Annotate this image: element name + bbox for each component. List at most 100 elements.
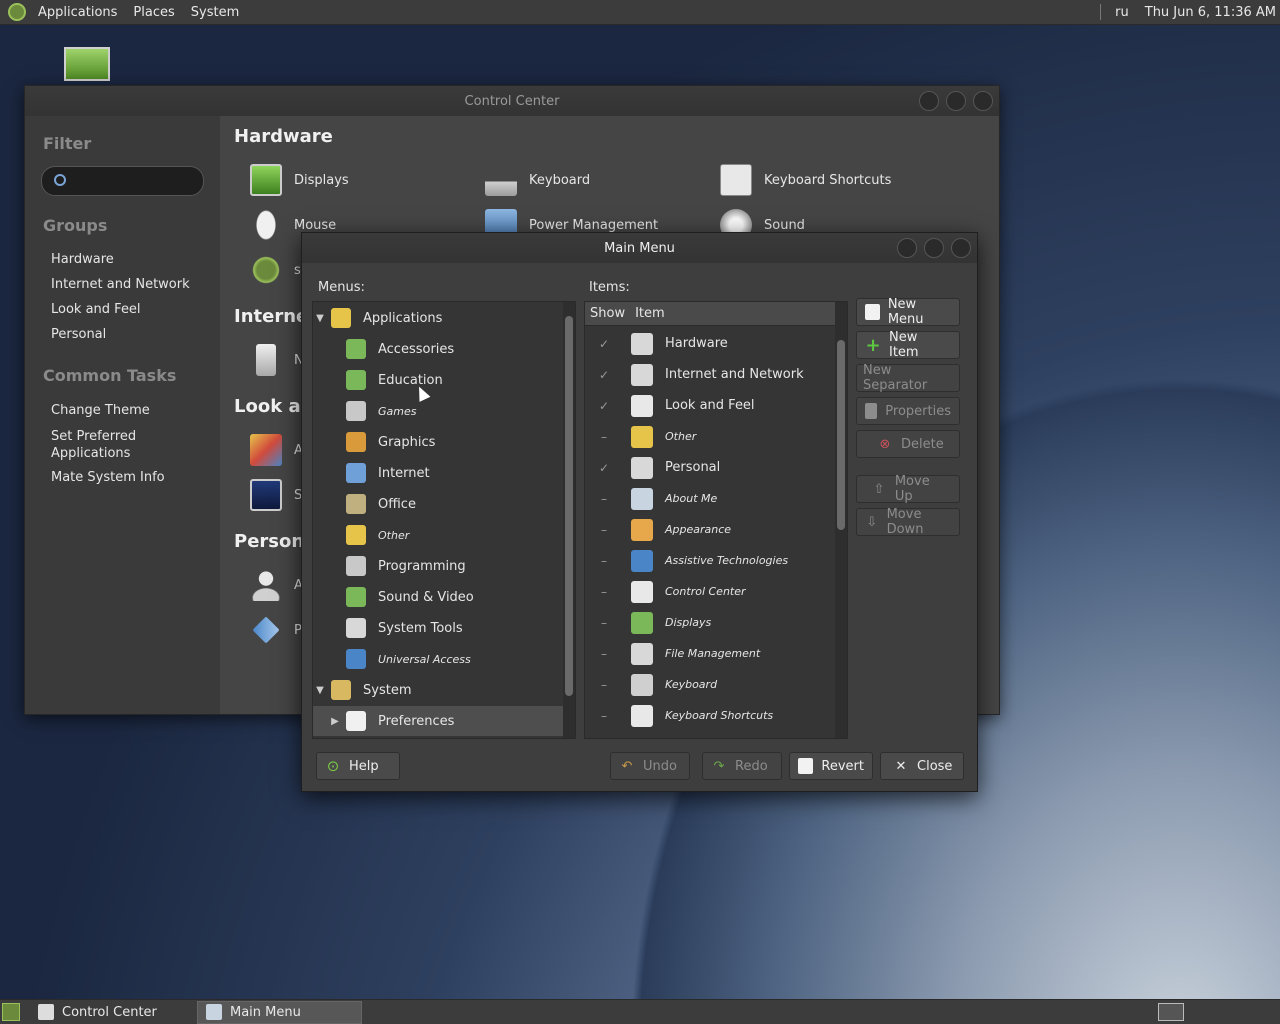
task-control-center[interactable]: Control Center [30,1001,195,1024]
column-item[interactable]: Item [625,306,665,321]
item-partial-3[interactable]: A [250,434,303,466]
item-partial-1[interactable]: s [250,254,301,286]
expander-icon[interactable]: ▶ [328,716,342,727]
show-desktop-icon[interactable] [2,1003,20,1021]
item-displays[interactable]: Displays [250,164,349,196]
show-checkbox[interactable]: – [597,709,611,723]
item-keyboard-shortcuts[interactable]: Keyboard Shortcuts [720,164,891,196]
new-item-button[interactable]: + New Item [856,330,960,360]
move-up-button[interactable]: ⇧ Move Up [856,474,960,504]
menu-row[interactable]: Universal Access [313,644,563,674]
item-row[interactable]: ✓ Look and Feel [585,390,835,421]
items-list[interactable]: Show Item ✓ Hardware ✓ Internet and Network… [584,301,848,739]
menu-row[interactable]: Office [313,489,563,519]
item-row[interactable]: ✓ Internet and Network [585,359,835,390]
menu-row[interactable]: Programming [313,551,563,581]
show-checkbox[interactable]: ✓ [597,461,611,475]
menu-row[interactable]: ▼ System [313,675,563,705]
filter-search-input[interactable] [41,166,204,196]
dialog-maximize-button[interactable] [924,238,944,258]
item-keyboard[interactable]: Keyboard [485,164,590,196]
task-main-menu[interactable]: Main Menu [197,1000,362,1024]
item-row[interactable]: – Keyboard Shortcuts [585,700,835,731]
show-checkbox[interactable]: ✓ [597,399,611,413]
show-checkbox[interactable]: – [597,492,611,506]
column-show[interactable]: Show [585,306,625,321]
desktop-computer-icon[interactable] [64,47,110,81]
main-menu-titlebar[interactable]: Main Menu [302,233,977,263]
task-change-theme[interactable]: Change Theme [25,403,150,418]
maximize-button[interactable] [946,91,966,111]
item-partial-5[interactable]: A [250,569,303,601]
group-internet-network[interactable]: Internet and Network [25,277,190,292]
item-row[interactable]: – Control Center [585,576,835,607]
keyboard-layout-indicator[interactable]: ru [1107,5,1137,20]
group-hardware[interactable]: Hardware [25,252,114,267]
item-row[interactable]: ✓ Hardware [585,328,835,359]
menu-row[interactable]: Education [313,365,563,395]
workspace-switcher[interactable] [1158,1003,1184,1021]
minimize-button[interactable] [919,91,939,111]
show-checkbox[interactable]: – [597,430,611,444]
undo-button[interactable]: ↶ Undo [610,752,690,780]
item-partial-2[interactable]: N [250,344,304,376]
properties-button[interactable]: Properties [856,397,960,425]
panel-menu-applications[interactable]: Applications [30,5,125,20]
item-partial-4[interactable]: S [250,479,302,511]
menu-row[interactable]: System Tools [313,613,563,643]
show-checkbox[interactable]: – [597,678,611,692]
show-checkbox[interactable]: – [597,554,611,568]
new-separator-button[interactable]: New Separator [856,363,960,393]
item-row[interactable]: – Other [585,421,835,452]
group-look-feel[interactable]: Look and Feel [25,302,141,317]
redo-button[interactable]: ↷ Redo [702,752,782,780]
item-row[interactable]: – Displays [585,607,835,638]
mate-logo-icon[interactable] [8,3,26,21]
show-checkbox[interactable]: – [597,585,611,599]
revert-icon [798,758,814,774]
menu-row[interactable]: Other [313,520,563,550]
items-scrollbar-thumb[interactable] [837,340,845,530]
task-system-info[interactable]: Mate System Info [25,470,165,485]
item-row[interactable]: – File Management [585,638,835,669]
help-button[interactable]: ⊙ Help [316,752,400,780]
show-checkbox[interactable]: ✓ [597,337,611,351]
show-checkbox[interactable]: – [597,616,611,630]
group-personal[interactable]: Personal [25,327,106,342]
menus-tree[interactable]: ▼ Applications Accessories Education Games Gr… [312,301,576,739]
control-center-titlebar[interactable]: Control Center [25,86,999,116]
item-row[interactable]: – Keyboard [585,669,835,700]
task-preferred-apps[interactable]: Set Preferred Applications [25,428,155,462]
dialog-minimize-button[interactable] [897,238,917,258]
menu-row[interactable]: Accessories [313,334,563,364]
menus-scrollbar-thumb[interactable] [565,316,573,696]
item-row[interactable]: – Appearance [585,514,835,545]
expander-icon[interactable]: ▼ [313,685,327,696]
show-checkbox[interactable]: – [597,647,611,661]
delete-button[interactable]: ⊗ Delete [856,430,960,458]
menu-row[interactable]: Sound & Video [313,582,563,612]
item-row[interactable]: – About Me [585,483,835,514]
menus-scrollbar[interactable] [563,302,575,738]
menu-row[interactable]: Games [313,396,563,426]
close-button[interactable] [973,91,993,111]
dialog-close-button[interactable] [951,238,971,258]
items-scrollbar[interactable] [835,302,847,738]
menu-row[interactable]: Internet [313,458,563,488]
menu-row[interactable]: Graphics [313,427,563,457]
panel-menu-system[interactable]: System [183,5,247,20]
show-checkbox[interactable]: – [597,523,611,537]
show-checkbox[interactable]: ✓ [597,368,611,382]
menu-row[interactable]: ▶ Preferences [313,706,563,736]
expander-icon[interactable]: ▼ [313,313,327,324]
close-dialog-button[interactable]: ✕ Close [880,752,964,780]
move-down-button[interactable]: ⇩ Move Down [856,507,960,537]
item-partial-6[interactable]: P [250,614,302,646]
panel-clock[interactable]: Thu Jun 6, 11:36 AM [1137,5,1280,20]
panel-menu-places[interactable]: Places [125,5,182,20]
item-row[interactable]: ✓ Personal [585,452,835,483]
menu-row[interactable]: ▼ Applications [313,303,563,333]
revert-button[interactable]: Revert [789,752,873,780]
item-row[interactable]: – Assistive Technologies [585,545,835,576]
new-menu-button[interactable]: New Menu [856,297,960,327]
